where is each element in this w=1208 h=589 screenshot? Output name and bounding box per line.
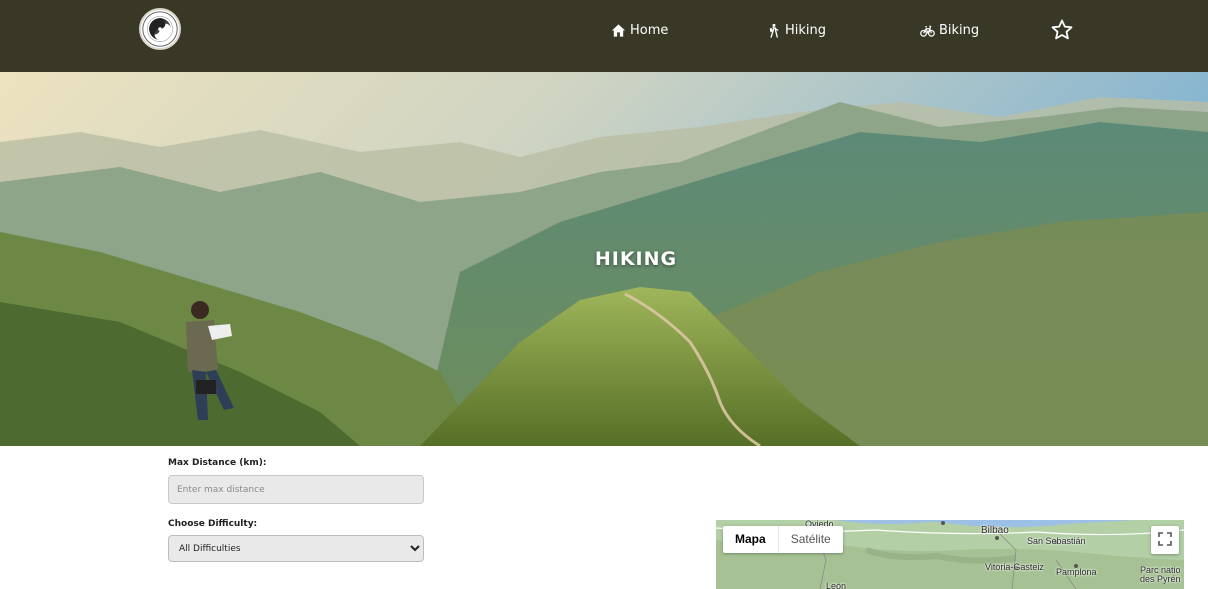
map-fullscreen-button[interactable] — [1151, 526, 1179, 554]
map-place-label: Bilbao — [981, 525, 1009, 536]
nav-home-label: Home — [630, 22, 669, 38]
star-icon — [1050, 18, 1074, 42]
nav-home-link[interactable]: Home — [611, 20, 668, 40]
hero-banner: HIKING — [0, 72, 1208, 446]
favorites-button[interactable] — [1050, 18, 1074, 42]
difficulty-label: Choose Difficulty: — [168, 519, 258, 529]
max-distance-label: Max Distance (km): — [168, 458, 267, 468]
home-icon — [611, 23, 626, 38]
map-type-map-button[interactable]: Mapa — [723, 526, 778, 553]
nav-hiking-link[interactable]: Hiking — [766, 20, 826, 40]
hero-title: HIKING — [594, 248, 678, 270]
map-type-satellite-button[interactable]: Satélite — [777, 526, 843, 553]
map-place-label: San Sebastián — [1027, 536, 1086, 546]
max-distance-input[interactable] — [168, 475, 424, 504]
map-place-label: Pamplona — [1056, 567, 1097, 577]
nav-biking-link[interactable]: Biking — [920, 20, 979, 40]
hiker-icon — [766, 23, 781, 38]
bicycle-icon — [920, 23, 935, 38]
nav-biking-label: Biking — [939, 22, 980, 38]
fullscreen-icon — [1158, 531, 1172, 550]
map-place-label: León — [826, 581, 847, 589]
logo-emblem-graphic — [142, 11, 178, 47]
map-place-label: Vitoria-Gasteiz — [985, 562, 1044, 572]
nav-hiking-label: Hiking — [785, 22, 827, 38]
map-place-label: Parc natio des Pyrén — [1140, 566, 1181, 584]
difficulty-select[interactable]: All Difficulties — [168, 535, 424, 562]
map-widget[interactable]: Oviedo Bilbao San Sebastián Vitoria-Gast… — [716, 520, 1184, 589]
top-navbar: Home Hiking Biking — [0, 0, 1208, 72]
map-type-control: Mapa Satélite — [723, 526, 843, 553]
logo-emblem[interactable] — [139, 8, 181, 50]
